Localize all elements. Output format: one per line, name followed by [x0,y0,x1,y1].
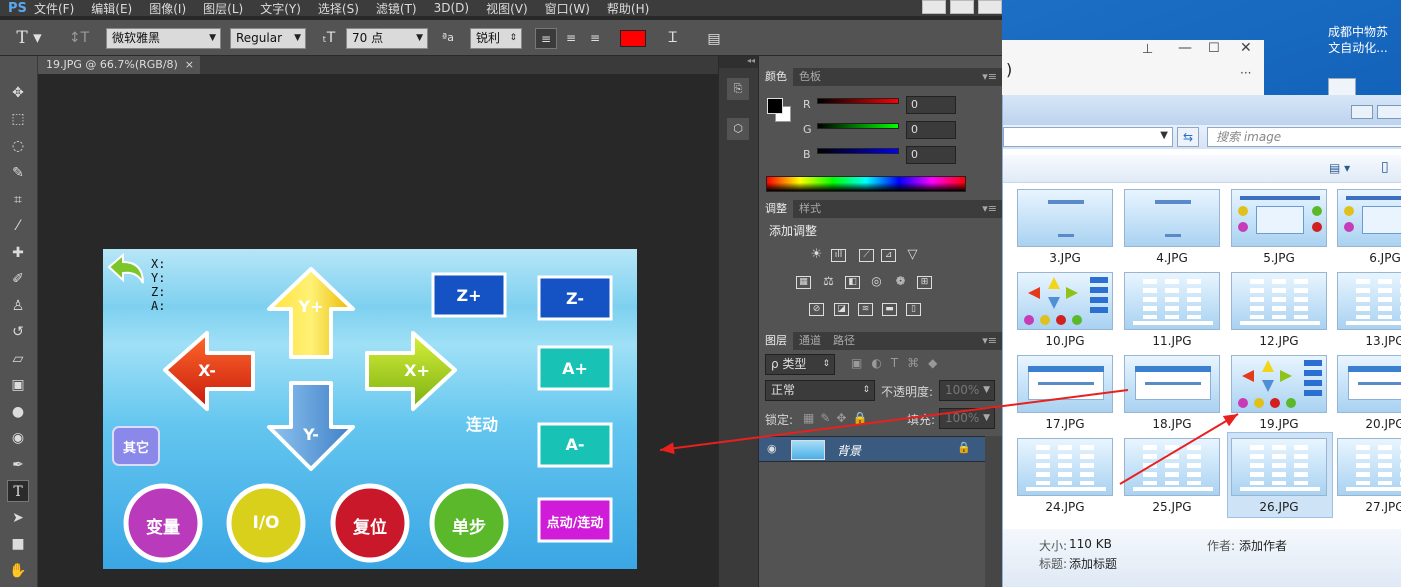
arrow-to-canvas-head [660,442,675,455]
arrow-to-thumbnail-head [1222,414,1238,427]
arrow-to-thumbnail-line [1119,413,1239,485]
arrow-to-canvas-line [659,389,1129,451]
red-arrow-group [659,389,1239,485]
annotation-arrows [659,389,1239,485]
foreground-color-swatch[interactable] [767,98,783,114]
